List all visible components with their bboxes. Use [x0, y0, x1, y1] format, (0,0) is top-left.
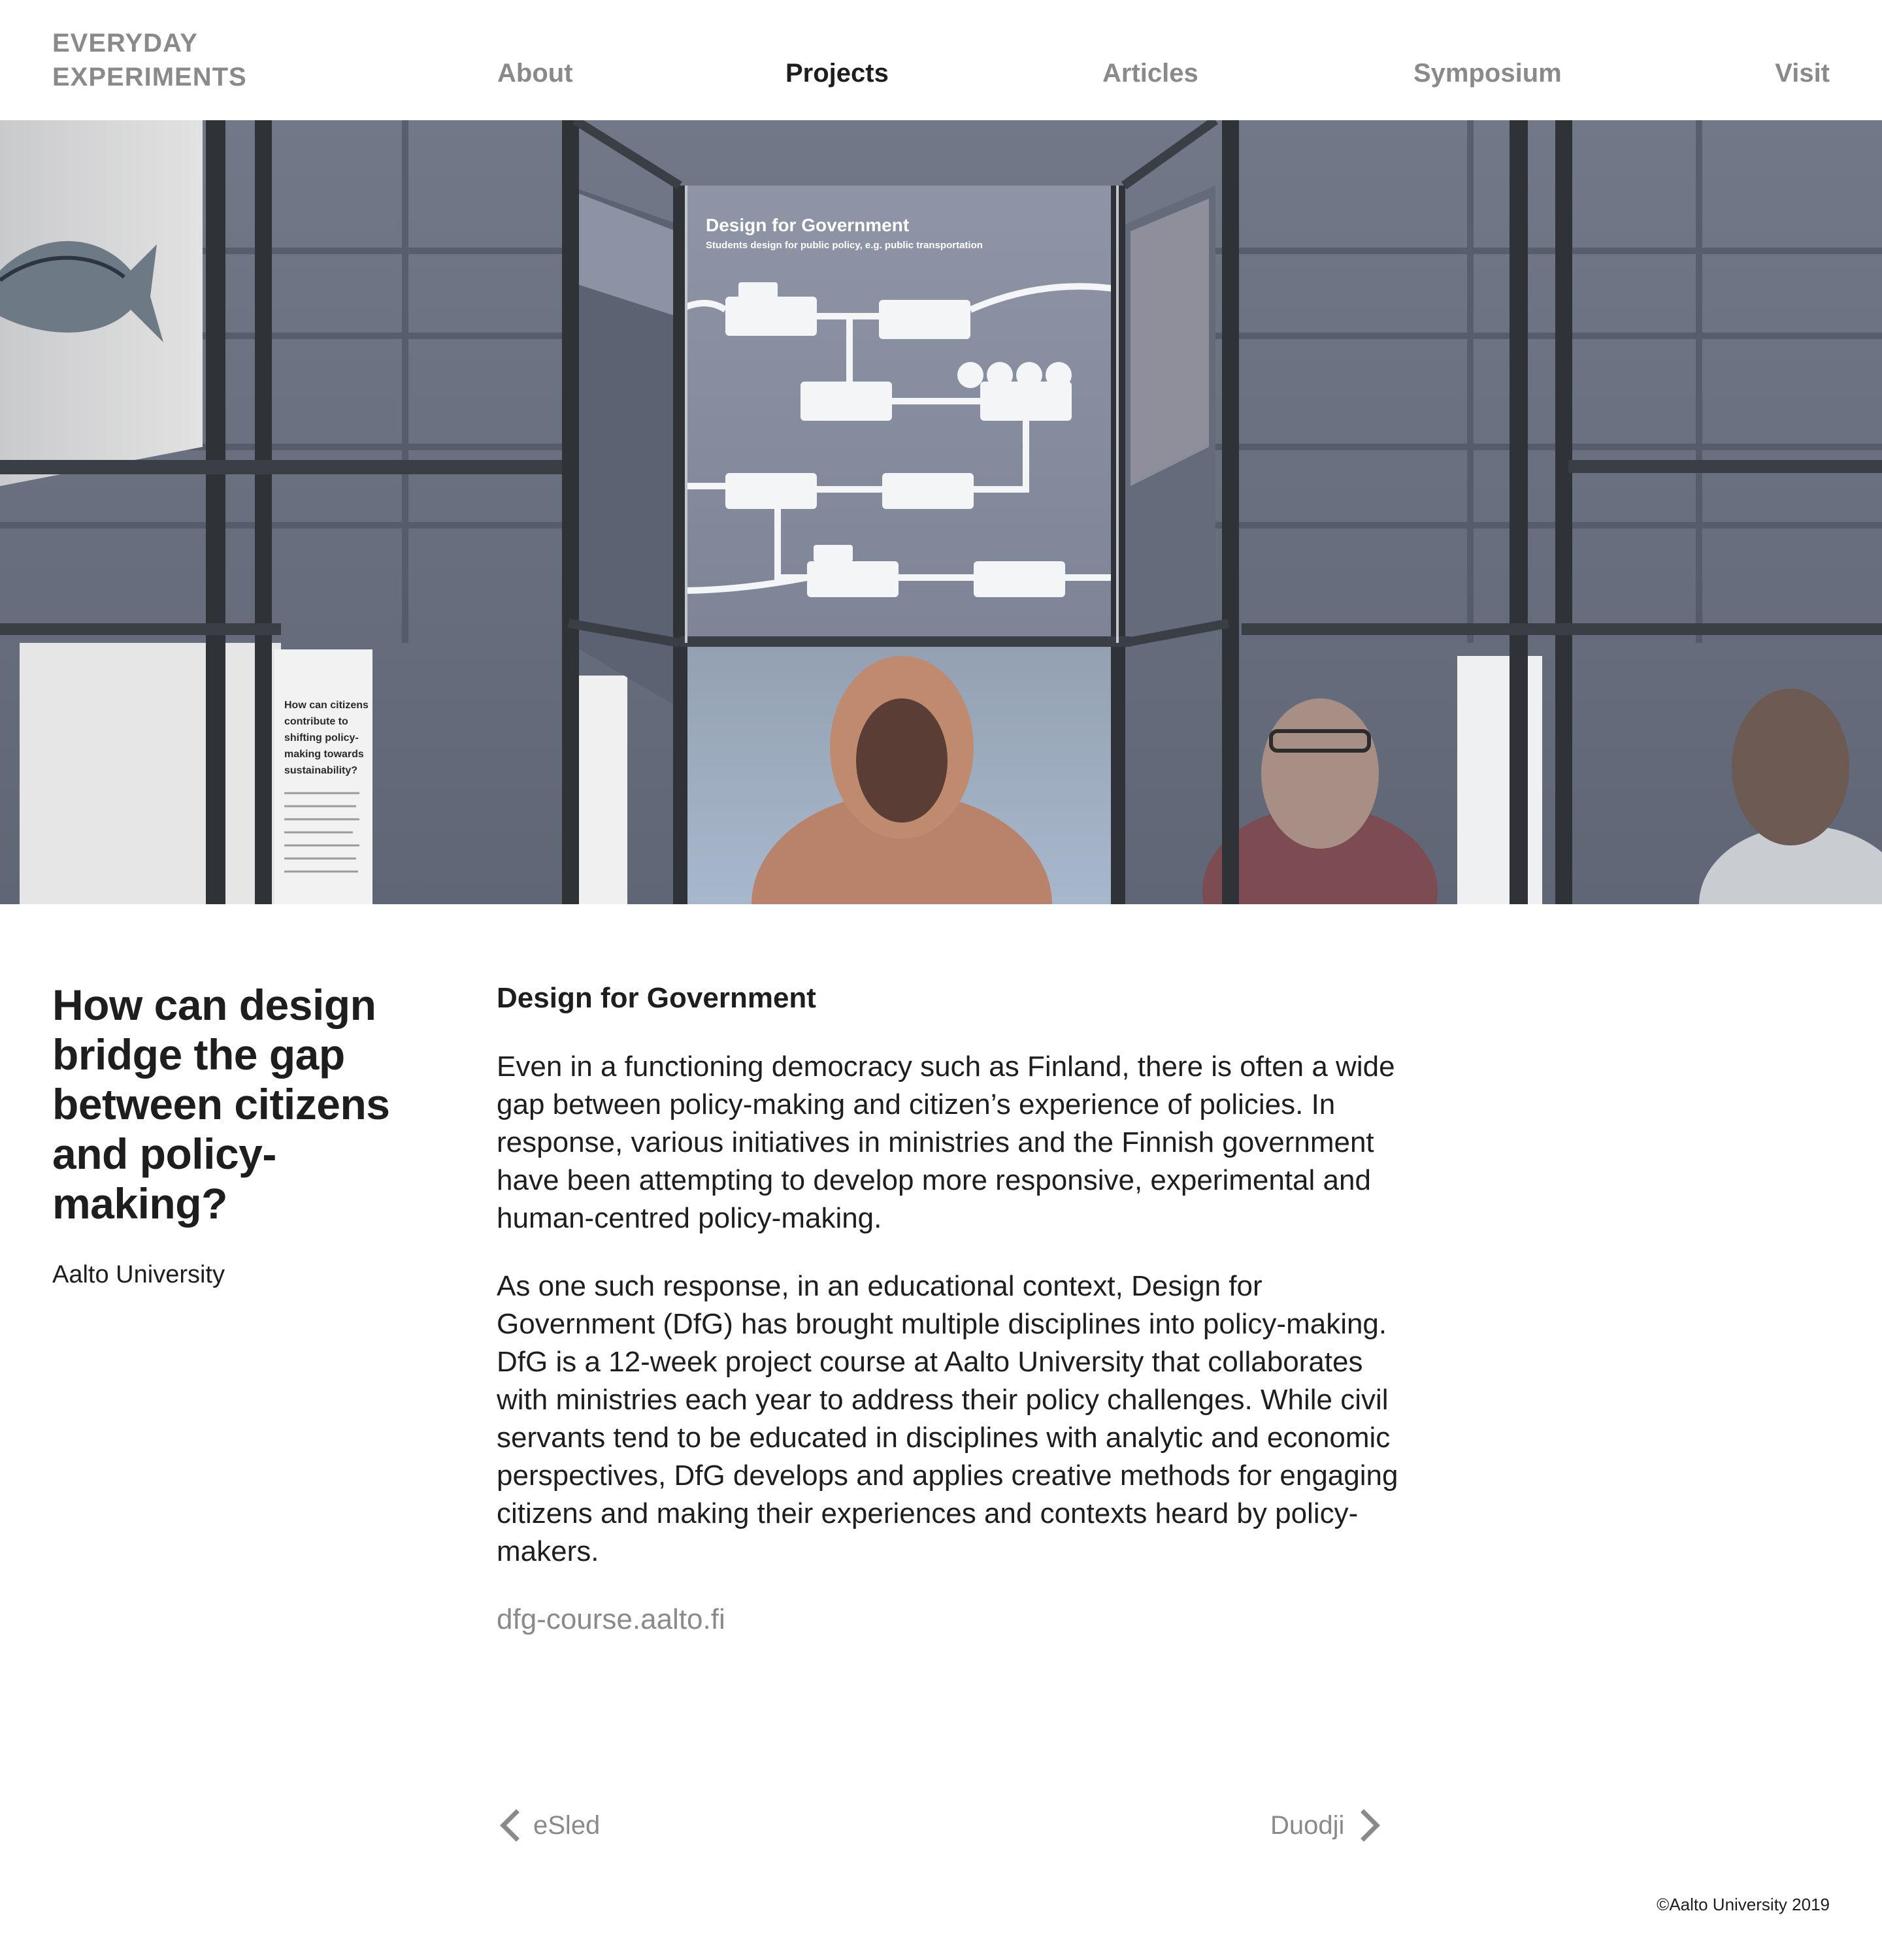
hero-illustration: How can citizens contribute to shifting … — [0, 120, 1882, 904]
nav-projects[interactable]: Projects — [785, 59, 889, 88]
nav-about[interactable]: About — [497, 59, 573, 88]
project-title: Design for Government — [497, 982, 816, 1014]
copyright-notice: ©Aalto University 2019 — [1657, 1895, 1830, 1914]
svg-text:shifting policy-: shifting policy- — [284, 732, 359, 743]
svg-text:contribute to: contribute to — [284, 716, 348, 727]
project-external-link[interactable]: dfg-course.aalto.fi — [497, 1601, 1398, 1639]
project-description: Design for Government Even in a function… — [497, 980, 1398, 1639]
previous-project-link[interactable]: eSled — [497, 1806, 600, 1845]
site-header: EVERYDAY EXPERIMENTS About Projects Arti… — [0, 0, 1882, 120]
logo-line-2: EXPERIMENTS — [52, 63, 247, 91]
project-organization: Aalto University — [52, 1261, 225, 1288]
nav-visit[interactable]: Visit — [1775, 59, 1830, 88]
site-logo[interactable]: EVERYDAY EXPERIMENTS — [52, 26, 247, 94]
svg-text:sustainability?: sustainability? — [284, 765, 357, 776]
hero-panel-title: Design for Government — [706, 215, 909, 235]
next-project-label: Duodji — [1270, 1810, 1345, 1840]
svg-text:making towards: making towards — [284, 749, 364, 760]
hero-panel-subtitle: Students design for public policy, e.g. … — [706, 240, 983, 251]
next-project-link[interactable]: Duodji — [1270, 1806, 1383, 1845]
description-paragraph-1: Even in a functioning democracy such as … — [497, 1051, 1395, 1234]
chevron-right-icon — [1361, 1809, 1381, 1842]
previous-project-label: eSled — [533, 1810, 601, 1840]
description-paragraph-2: As one such response, in an educational … — [497, 1270, 1398, 1567]
hero-exhibition-photo: How can citizens contribute to shifting … — [0, 120, 1882, 904]
chevron-left-icon — [500, 1809, 520, 1842]
logo-line-1: EVERYDAY — [52, 29, 198, 57]
svg-text:How can citizens: How can citizens — [284, 700, 369, 711]
nav-symposium[interactable]: Symposium — [1413, 59, 1562, 88]
project-question: How can design bridge the gap between ci… — [52, 981, 390, 1228]
nav-articles[interactable]: Articles — [1102, 59, 1198, 88]
